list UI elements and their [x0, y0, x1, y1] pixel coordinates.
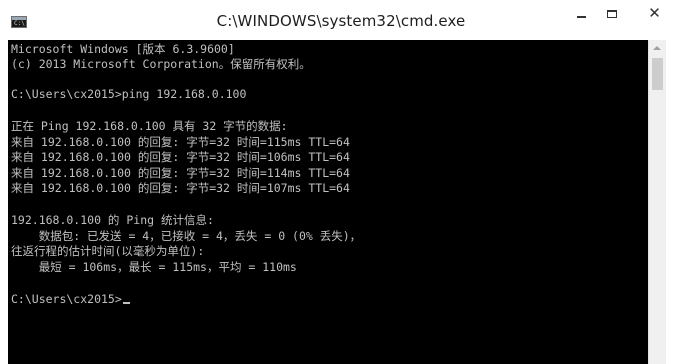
- console-line-reply: 来自 192.168.0.100 的回复: 字节=32 时间=114ms TTL…: [11, 166, 350, 180]
- console-line-version: Microsoft Windows [版本 6.3.9600]: [11, 42, 235, 56]
- close-button[interactable]: ✕: [627, 0, 682, 28]
- console-line-reply: 来自 192.168.0.100 的回复: 字节=32 时间=107ms TTL…: [11, 181, 350, 195]
- maximize-button[interactable]: [599, 0, 627, 28]
- console-line-reply: 来自 192.168.0.100 的回复: 字节=32 时间=115ms TTL…: [11, 135, 350, 149]
- scroll-thumb[interactable]: [652, 58, 663, 90]
- maximize-icon: [607, 10, 617, 18]
- console-line-command: C:\Users\cx2015>ping 192.168.0.100: [11, 87, 247, 101]
- console-line-ping-header: 正在 Ping 192.168.0.100 具有 32 字节的数据:: [11, 119, 288, 133]
- console-line-rtt-header: 往返行程的估计时间(以毫秒为单位):: [11, 244, 205, 258]
- title-bar[interactable]: C:\ C:\WINDOWS\system32\cmd.exe ✕: [0, 0, 682, 40]
- cmd-window: C:\ C:\WINDOWS\system32\cmd.exe ✕ Micros…: [0, 0, 682, 364]
- text-cursor: [122, 302, 130, 304]
- console-output[interactable]: Microsoft Windows [版本 6.3.9600] (c) 2013…: [8, 40, 648, 364]
- console-prompt-line[interactable]: C:\Users\cx2015>: [11, 292, 130, 307]
- close-icon: ✕: [648, 4, 661, 22]
- window-frame-right: [666, 40, 682, 364]
- console-line-packets: 数据包: 已发送 = 4，已接收 = 4，丢失 = 0 (0% 丢失)，: [11, 229, 362, 243]
- minimize-icon: [577, 16, 586, 18]
- console-line-rtt-values: 最短 = 106ms，最长 = 115ms，平均 = 110ms: [11, 260, 297, 274]
- console-line-stats-header: 192.168.0.100 的 Ping 统计信息:: [11, 213, 214, 227]
- console-prompt: C:\Users\cx2015>: [11, 292, 122, 306]
- minimize-button[interactable]: [565, 0, 599, 28]
- scroll-up-button[interactable]: [649, 40, 666, 57]
- console-line-copyright: (c) 2013 Microsoft Corporation。保留所有权利。: [11, 57, 311, 71]
- scroll-up-arrow-icon: [653, 46, 661, 50]
- console-line-reply: 来自 192.168.0.100 的回复: 字节=32 时间=106ms TTL…: [11, 150, 350, 164]
- vertical-scrollbar[interactable]: [648, 40, 666, 364]
